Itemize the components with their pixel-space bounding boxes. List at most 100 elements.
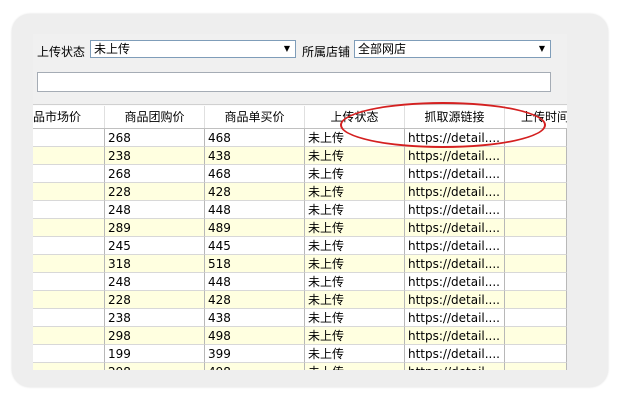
upload-status-select[interactable]: 未上传 ▼ — [90, 40, 296, 58]
table-row[interactable]: 238 438 未上传 https://detail.... — [33, 147, 567, 165]
cell-upload-time[interactable] — [505, 291, 567, 309]
cell-upload-time[interactable] — [505, 165, 567, 183]
cell-upload-time[interactable] — [505, 183, 567, 201]
cell-upload-status[interactable]: 未上传 — [305, 291, 405, 309]
cell-single-price[interactable]: 489 — [205, 219, 305, 237]
cell-market-price[interactable] — [33, 363, 105, 370]
cell-single-price[interactable]: 445 — [205, 237, 305, 255]
cell-upload-time[interactable] — [505, 147, 567, 165]
chevron-down-icon[interactable]: ▼ — [280, 42, 294, 56]
cell-market-price[interactable] — [33, 309, 105, 327]
cell-upload-time[interactable] — [505, 201, 567, 219]
cell-group-price[interactable]: 268 — [105, 129, 205, 147]
cell-market-price[interactable] — [33, 345, 105, 363]
cell-market-price[interactable] — [33, 237, 105, 255]
cell-source-link[interactable]: https://detail.... — [405, 183, 505, 201]
cell-upload-time[interactable] — [505, 219, 567, 237]
cell-upload-status[interactable]: 未上传 — [305, 237, 405, 255]
column-header-market-price[interactable]: 品市场价 — [33, 106, 105, 128]
cell-source-link[interactable]: https://detail.... — [405, 345, 505, 363]
cell-group-price[interactable]: 228 — [105, 291, 205, 309]
cell-group-price[interactable]: 298 — [105, 363, 205, 370]
table-row[interactable]: 245 445 未上传 https://detail.... — [33, 237, 567, 255]
cell-group-price[interactable]: 199 — [105, 345, 205, 363]
cell-upload-status[interactable]: 未上传 — [305, 309, 405, 327]
cell-upload-time[interactable] — [505, 327, 567, 345]
column-header-single-price[interactable]: 商品单买价 — [205, 106, 305, 128]
cell-group-price[interactable]: 248 — [105, 273, 205, 291]
cell-single-price[interactable]: 468 — [205, 129, 305, 147]
cell-single-price[interactable]: 438 — [205, 147, 305, 165]
table-row[interactable]: 228 428 未上传 https://detail.... — [33, 183, 567, 201]
cell-market-price[interactable] — [33, 219, 105, 237]
cell-market-price[interactable] — [33, 291, 105, 309]
table-row[interactable]: 199 399 未上传 https://detail.... — [33, 345, 567, 363]
cell-source-link[interactable]: https://detail.... — [405, 309, 505, 327]
cell-group-price[interactable]: 268 — [105, 165, 205, 183]
cell-market-price[interactable] — [33, 273, 105, 291]
cell-source-link[interactable]: https://detail.... — [405, 327, 505, 345]
cell-upload-time[interactable] — [505, 273, 567, 291]
cell-single-price[interactable]: 448 — [205, 201, 305, 219]
cell-source-link[interactable]: https://detail.... — [405, 165, 505, 183]
cell-single-price[interactable]: 399 — [205, 345, 305, 363]
table-row[interactable]: 248 448 未上传 https://detail.... — [33, 201, 567, 219]
cell-single-price[interactable]: 448 — [205, 273, 305, 291]
cell-group-price[interactable]: 298 — [105, 327, 205, 345]
cell-source-link[interactable]: https://detail.... — [405, 147, 505, 165]
store-select[interactable]: 全部网店 ▼ — [354, 40, 551, 58]
cell-group-price[interactable]: 238 — [105, 147, 205, 165]
cell-market-price[interactable] — [33, 129, 105, 147]
cell-market-price[interactable] — [33, 255, 105, 273]
cell-upload-status[interactable]: 未上传 — [305, 363, 405, 370]
cell-upload-status[interactable]: 未上传 — [305, 327, 405, 345]
cell-upload-status[interactable]: 未上传 — [305, 201, 405, 219]
cell-source-link[interactable]: https://detail.... — [405, 255, 505, 273]
cell-group-price[interactable]: 228 — [105, 183, 205, 201]
cell-market-price[interactable] — [33, 201, 105, 219]
cell-market-price[interactable] — [33, 147, 105, 165]
cell-single-price[interactable]: 468 — [205, 165, 305, 183]
cell-source-link[interactable]: https://detail.... — [405, 219, 505, 237]
cell-market-price[interactable] — [33, 327, 105, 345]
cell-group-price[interactable]: 238 — [105, 309, 205, 327]
cell-single-price[interactable]: 428 — [205, 183, 305, 201]
cell-source-link[interactable]: https://detail.... — [405, 291, 505, 309]
cell-single-price[interactable]: 438 — [205, 309, 305, 327]
column-header-group-price[interactable]: 商品团购价 — [105, 106, 205, 128]
cell-single-price[interactable]: 518 — [205, 255, 305, 273]
table-row[interactable]: 298498未上传https://detail.... — [33, 327, 567, 345]
cell-upload-time[interactable] — [505, 237, 567, 255]
cell-group-price[interactable]: 289 — [105, 219, 205, 237]
cell-market-price[interactable] — [33, 183, 105, 201]
cell-upload-time[interactable] — [505, 345, 567, 363]
cell-market-price[interactable] — [33, 165, 105, 183]
table-row[interactable]: 289 489 未上传 https://detail.... — [33, 219, 567, 237]
cell-upload-time[interactable] — [505, 255, 567, 273]
table-row[interactable]: 238 438 未上传 https://detail.... — [33, 309, 567, 327]
cell-upload-status[interactable]: 未上传 — [305, 165, 405, 183]
cell-source-link[interactable]: https://detail.... — [405, 363, 505, 370]
cell-upload-status[interactable]: 未上传 — [305, 273, 405, 291]
table-row[interactable]: 298498未上传https://detail.... — [33, 363, 567, 370]
chevron-down-icon[interactable]: ▼ — [535, 42, 549, 56]
cell-source-link[interactable]: https://detail.... — [405, 273, 505, 291]
cell-group-price[interactable]: 245 — [105, 237, 205, 255]
cell-upload-status[interactable]: 未上传 — [305, 345, 405, 363]
cell-upload-status[interactable]: 未上传 — [305, 219, 405, 237]
cell-upload-time[interactable] — [505, 309, 567, 327]
table-row[interactable]: 318 518 未上传 https://detail.... — [33, 255, 567, 273]
table-row[interactable]: 228 428 未上传 https://detail.... — [33, 291, 567, 309]
search-input[interactable] — [37, 72, 551, 92]
cell-single-price[interactable]: 428 — [205, 291, 305, 309]
table-row[interactable]: 268 468 未上传 https://detail.... — [33, 165, 567, 183]
cell-source-link[interactable]: https://detail.... — [405, 201, 505, 219]
cell-group-price[interactable]: 248 — [105, 201, 205, 219]
cell-source-link[interactable]: https://detail.... — [405, 237, 505, 255]
table-row[interactable]: 248 448 未上传 https://detail.... — [33, 273, 567, 291]
cell-upload-status[interactable]: 未上传 — [305, 255, 405, 273]
cell-group-price[interactable]: 318 — [105, 255, 205, 273]
cell-upload-status[interactable]: 未上传 — [305, 147, 405, 165]
cell-upload-status[interactable]: 未上传 — [305, 183, 405, 201]
cell-single-price[interactable]: 498 — [205, 327, 305, 345]
